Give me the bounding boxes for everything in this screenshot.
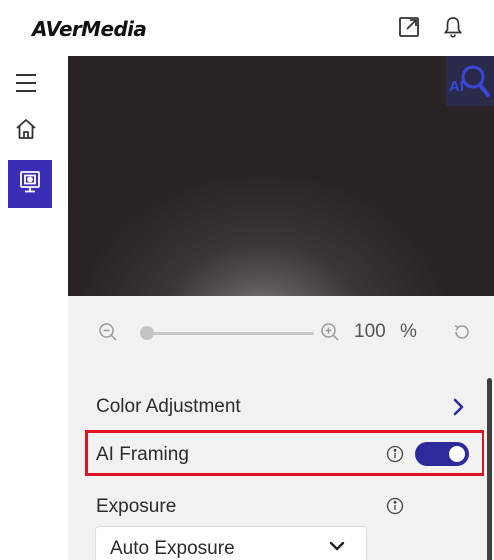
- external-window-icon[interactable]: [396, 14, 422, 40]
- ai-framing-badge[interactable]: AI: [446, 56, 494, 106]
- home-icon: [14, 117, 38, 146]
- zoom-out-icon[interactable]: [98, 322, 118, 342]
- exposure-mode-value: Auto Exposure: [110, 538, 235, 559]
- avermedia-logo: AVerMedia: [32, 17, 147, 41]
- scrollbar-thumb[interactable]: [487, 378, 492, 560]
- zoom-value: 100: [354, 321, 386, 342]
- zoom-slider-thumb[interactable]: [140, 326, 154, 340]
- color-adjustment-label: Color Adjustment: [96, 396, 241, 417]
- camera-monitor-icon: [17, 169, 43, 200]
- sidebar: [0, 56, 68, 560]
- chevron-down-icon: [328, 539, 346, 553]
- sidebar-item-camera[interactable]: [8, 160, 52, 208]
- reset-icon[interactable]: [452, 322, 472, 342]
- settings-panel: Color Adjustment AI Framing Exposure Aut…: [68, 374, 494, 560]
- hamburger-menu-button[interactable]: [0, 62, 52, 108]
- top-bar: AVerMedia: [0, 0, 494, 56]
- camera-preview: AI: [68, 56, 494, 296]
- sidebar-item-home[interactable]: [0, 108, 52, 154]
- ai-framing-label: AI Framing: [96, 444, 189, 465]
- zoom-in-icon[interactable]: [320, 322, 340, 342]
- toggle-knob: [449, 446, 465, 462]
- ai-framing-info-icon[interactable]: [386, 445, 404, 463]
- zoom-slider-track[interactable]: [148, 332, 314, 335]
- bell-icon[interactable]: [440, 14, 466, 40]
- chevron-right-icon[interactable]: [450, 396, 466, 418]
- zoom-control-bar: 100 %: [68, 296, 494, 374]
- exposure-label: Exposure: [96, 496, 177, 517]
- panel-scrollbar[interactable]: [484, 374, 494, 560]
- zoom-unit: %: [400, 321, 417, 342]
- ai-framing-toggle[interactable]: [415, 442, 469, 466]
- ai-search-icon: AI: [449, 78, 464, 95]
- hamburger-menu-icon: [14, 72, 38, 99]
- exposure-mode-dropdown[interactable]: Auto Exposure: [95, 526, 367, 560]
- exposure-info-icon[interactable]: [386, 497, 404, 515]
